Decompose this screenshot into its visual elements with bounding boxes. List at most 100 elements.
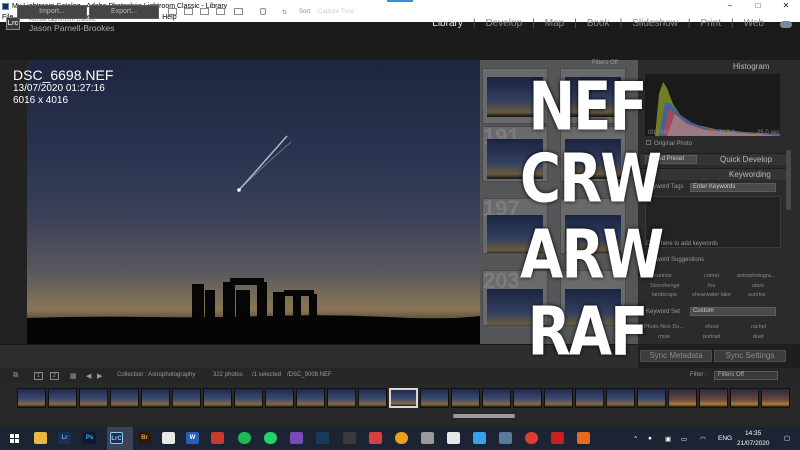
filmstrip-thumbnail[interactable]	[234, 388, 263, 408]
language-indicator[interactable]: ENG	[718, 435, 732, 442]
cloud-sync-icon[interactable]	[780, 21, 792, 28]
keyword-set-item[interactable]: duet	[753, 334, 764, 340]
keyword-set-item[interactable]: rachel	[751, 324, 766, 330]
back-arrow-icon[interactable]: ◀	[86, 372, 91, 380]
battery-icon[interactable]: ▭	[681, 435, 687, 443]
tray-chevron-icon[interactable]: ⌃	[633, 435, 638, 443]
steam-icon[interactable]	[316, 432, 329, 444]
histogram-title[interactable]: Histogram	[733, 62, 769, 71]
bridge-icon[interactable]: Br	[138, 432, 151, 444]
filmstrip-thumbnail[interactable]	[172, 388, 201, 408]
people-view-icon[interactable]	[234, 8, 243, 15]
right-panel-scrollbar[interactable]	[786, 150, 791, 210]
settings-icon[interactable]	[421, 432, 434, 444]
filmstrip-thumbnail[interactable]	[451, 388, 480, 408]
second-window-icon[interactable]: ⧉	[13, 372, 18, 380]
keyword-set-dropdown[interactable]: Custom	[690, 307, 776, 316]
filmstrip-scrollbar[interactable]	[453, 414, 515, 418]
lightroom-icon[interactable]: Lr	[58, 432, 71, 444]
filmstrip-thumbnail[interactable]	[48, 388, 77, 408]
filmstrip-thumbnail[interactable]	[482, 388, 511, 408]
filmstrip-thumbnail[interactable]	[358, 388, 387, 408]
keyword-suggestion[interactable]: astrophotogra...	[737, 273, 776, 279]
chrome-dev-icon[interactable]	[525, 432, 538, 444]
filmstrip-thumbnail-selected[interactable]	[389, 388, 418, 408]
app-icon[interactable]	[343, 432, 356, 444]
tray-app-icon[interactable]: ●	[648, 435, 652, 442]
keyword-suggestion[interactable]: stars	[752, 283, 764, 289]
filmstrip-thumbnail[interactable]	[265, 388, 294, 408]
app-icon[interactable]	[577, 432, 590, 444]
filmstrip-thumbnail[interactable]	[699, 388, 728, 408]
collection-name[interactable]: Collection : Astrophotography	[117, 372, 195, 378]
module-develop[interactable]: Develop	[485, 18, 522, 29]
filmstrip-thumbnail[interactable]	[296, 388, 325, 408]
minimize-button[interactable]: –	[716, 0, 744, 12]
app-icon[interactable]	[499, 432, 512, 444]
filter-dropdown[interactable]: Filters Off	[714, 371, 778, 380]
filmstrip-thumbnail[interactable]	[420, 388, 449, 408]
filmstrip-thumbnail[interactable]	[761, 388, 790, 408]
filmstrip-thumbnail[interactable]	[544, 388, 573, 408]
chrome-icon[interactable]	[395, 432, 408, 444]
filmstrip-thumbnail[interactable]	[17, 388, 46, 408]
grid-icon[interactable]: ▦	[70, 372, 77, 380]
keyword-suggestion[interactable]: fox	[708, 283, 715, 289]
forward-arrow-icon[interactable]: ▶	[97, 372, 102, 380]
module-slideshow[interactable]: Slideshow	[632, 18, 678, 29]
keyword-suggestion[interactable]: sunrise	[748, 292, 766, 298]
filmstrip-thumbnail[interactable]	[730, 388, 759, 408]
filmstrip-thumbnail[interactable]	[203, 388, 232, 408]
app-icon[interactable]	[211, 432, 224, 444]
import-button[interactable]: Import...	[17, 5, 87, 19]
lightroom-classic-icon[interactable]: LrC	[110, 432, 123, 444]
compare-view-icon[interactable]	[200, 8, 209, 15]
filmstrip-thumbnail[interactable]	[606, 388, 635, 408]
keyword-set-item[interactable]: rmse	[658, 334, 670, 340]
app-icon[interactable]	[369, 432, 382, 444]
export-button[interactable]: Export...	[89, 5, 159, 19]
acrobat-icon[interactable]	[551, 432, 564, 444]
page-2-button[interactable]: 2	[50, 372, 59, 380]
module-map[interactable]: Map	[545, 18, 564, 29]
app-icon[interactable]	[290, 432, 303, 444]
sort-dropdown[interactable]: Capture Time	[318, 9, 354, 15]
maximize-button[interactable]: □	[744, 0, 772, 12]
loupe-image[interactable]	[27, 60, 480, 344]
module-print[interactable]: Print	[700, 18, 721, 29]
survey-view-icon[interactable]	[216, 8, 225, 15]
keyword-set-item[interactable]: portrait	[703, 334, 720, 340]
module-book[interactable]: Book	[587, 18, 610, 29]
notifications-icon[interactable]: ▢	[784, 434, 790, 442]
filmstrip-thumbnail[interactable]	[327, 388, 356, 408]
module-web[interactable]: Web	[744, 18, 764, 29]
keyword-tags-dropdown[interactable]: Enter Keywords	[690, 183, 776, 192]
filmstrip-thumbnail[interactable]	[637, 388, 666, 408]
keywording-title[interactable]: Keywording	[729, 170, 771, 179]
grid-filters-label[interactable]: Filters Off	[592, 60, 618, 66]
keyword-suggestion[interactable]: comet	[704, 273, 719, 279]
page-1-button[interactable]: 1	[34, 372, 43, 380]
keyword-suggestion[interactable]: shearwater lake	[692, 292, 731, 298]
grid-view-icon[interactable]	[168, 8, 177, 15]
filmstrip-thumbnail[interactable]	[110, 388, 139, 408]
word-icon[interactable]: W	[186, 432, 199, 444]
painter-icon[interactable]	[260, 8, 266, 15]
app-icon[interactable]	[473, 432, 486, 444]
filmstrip-thumbnail[interactable]	[141, 388, 170, 408]
clock-date[interactable]: 21/07/2020	[737, 440, 770, 447]
sort-direction-icon[interactable]: ⇅	[282, 9, 287, 16]
photoshop-icon[interactable]: Ps	[83, 432, 96, 444]
windows-start-icon[interactable]	[10, 434, 20, 444]
quick-develop-title[interactable]: Quick Develop	[720, 155, 772, 164]
app-icon[interactable]	[447, 432, 460, 444]
filmstrip-thumbnail[interactable]	[668, 388, 697, 408]
wifi-icon[interactable]: ◠	[700, 435, 706, 443]
filmstrip-thumbnail[interactable]	[79, 388, 108, 408]
store-icon[interactable]	[162, 432, 175, 444]
loupe-view-icon[interactable]	[184, 8, 193, 15]
keyword-set-item[interactable]: shoot	[705, 324, 718, 330]
close-button[interactable]: ✕	[772, 0, 800, 12]
module-library[interactable]: Library	[432, 18, 463, 29]
filmstrip-thumbnail[interactable]	[575, 388, 604, 408]
